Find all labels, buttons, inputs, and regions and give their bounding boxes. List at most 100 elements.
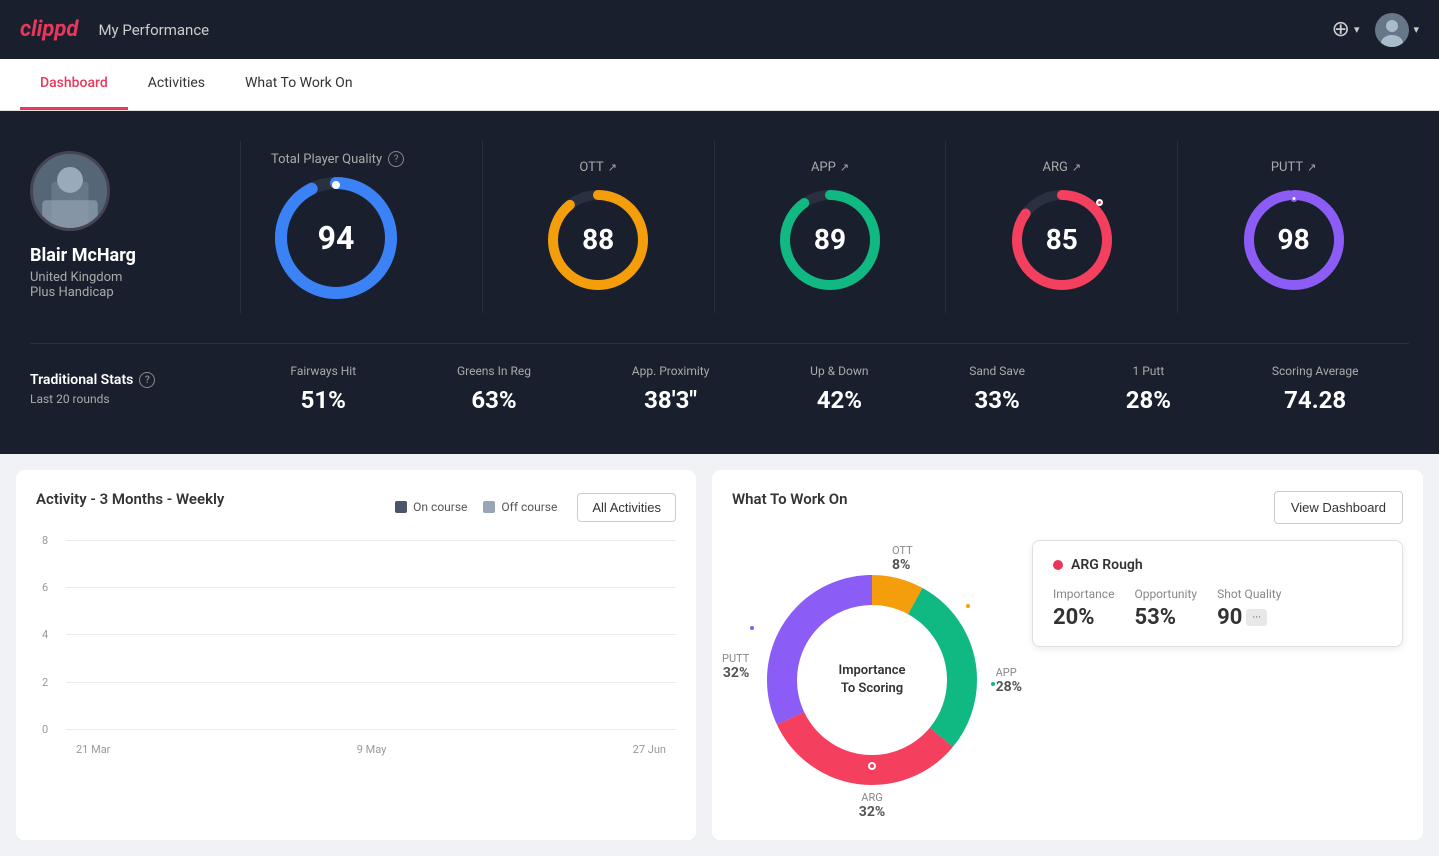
- y-label-0: 0: [42, 723, 48, 736]
- player-info: Blair McHarg United Kingdom Plus Handica…: [30, 141, 240, 300]
- app-label: APP ↗: [811, 160, 849, 175]
- chart-legend: On course Off course: [395, 500, 557, 514]
- ott-app-dot: [964, 602, 972, 610]
- tab-dashboard[interactable]: Dashboard: [20, 59, 128, 110]
- stat-updown: Up & Down 42%: [810, 364, 868, 414]
- stats-subtitle: Last 20 rounds: [30, 392, 240, 406]
- player-name: Blair McHarg: [30, 245, 136, 266]
- legend-on-course-label: On course: [413, 500, 467, 514]
- stat-scoring: Scoring Average 74.28: [1272, 364, 1359, 414]
- arg-dot: [868, 762, 876, 770]
- wtwo-content: ImportanceTo Scoring OTT 8% APP 28% ARG …: [732, 540, 1403, 820]
- stats-help-icon[interactable]: ?: [139, 372, 155, 388]
- tpq-card: Total Player Quality ? 94: [240, 141, 482, 313]
- ott-card: OTT ↗ 88: [482, 141, 714, 313]
- detail-shotquality-label: Shot Quality: [1217, 587, 1281, 601]
- wtwo-panel-header: What To Work On View Dashboard: [732, 490, 1403, 524]
- activity-panel: Activity - 3 Months - Weekly On course O…: [16, 470, 696, 840]
- hero-top: Blair McHarg United Kingdom Plus Handica…: [30, 141, 1409, 313]
- stat-proximity-label: App. Proximity: [632, 364, 710, 378]
- app-dot: [989, 680, 997, 688]
- arg-label: ARG ↗: [1043, 160, 1082, 175]
- detail-section: ARG Rough Importance 20% Opportunity 53%: [1032, 540, 1403, 647]
- ott-ring: 88: [543, 185, 653, 295]
- stat-proximity: App. Proximity 38'3": [632, 364, 710, 414]
- header: clippd My Performance ⊕ ▾ ▾: [0, 0, 1439, 59]
- detail-importance-label: Importance: [1053, 587, 1114, 601]
- legend-on-course: On course: [395, 500, 467, 514]
- detail-dot: [1053, 560, 1063, 570]
- detail-importance: Importance 20%: [1053, 587, 1114, 630]
- player-handicap: Plus Handicap: [30, 285, 114, 300]
- app-card: APP ↗ 89: [714, 141, 946, 313]
- legend-on-course-dot: [395, 501, 407, 513]
- avatar-image: [1375, 13, 1409, 47]
- header-left: clippd My Performance: [20, 17, 209, 42]
- putt-ring: 98: [1239, 185, 1349, 295]
- add-button[interactable]: ⊕ ▾: [1332, 17, 1360, 42]
- detail-opportunity-label: Opportunity: [1134, 587, 1197, 601]
- legend-off-course-dot: [483, 501, 495, 513]
- user-chevron: ▾: [1413, 23, 1419, 36]
- arg-card: ARG ↗ 85: [945, 141, 1177, 313]
- stat-sandsave-label: Sand Save: [969, 364, 1025, 378]
- stat-scoring-value: 74.28: [1272, 386, 1359, 414]
- stats-items: Fairways Hit 51% Greens In Reg 63% App. …: [240, 364, 1409, 414]
- stat-updown-value: 42%: [810, 386, 868, 414]
- user-menu-button[interactable]: ▾: [1375, 13, 1419, 47]
- x-axis-labels: 21 Mar 9 May 27 Jun: [66, 743, 676, 756]
- tpq-value: 94: [318, 219, 355, 257]
- putt-value: 98: [1278, 223, 1310, 256]
- x-label-mar: 21 Mar: [76, 743, 110, 756]
- stat-sandsave: Sand Save 33%: [969, 364, 1025, 414]
- donut-chart-container: ImportanceTo Scoring OTT 8% APP 28% ARG …: [732, 540, 1012, 820]
- header-right: ⊕ ▾ ▾: [1332, 13, 1420, 47]
- stat-scoring-label: Scoring Average: [1272, 364, 1359, 378]
- tab-activities[interactable]: Activities: [128, 59, 225, 110]
- detail-shotquality-value: 90: [1217, 605, 1242, 630]
- header-title: My Performance: [98, 21, 209, 39]
- donut-center-text: ImportanceTo Scoring: [838, 662, 905, 698]
- add-chevron: ▾: [1354, 23, 1360, 36]
- stats-title: Traditional Stats ?: [30, 372, 240, 388]
- y-label-4: 4: [42, 628, 48, 641]
- stat-greens: Greens In Reg 63%: [457, 364, 531, 414]
- stat-oneputt-value: 28%: [1126, 386, 1171, 414]
- what-to-work-on-panel: What To Work On View Dashboard: [712, 470, 1423, 840]
- tab-what-to-work-on[interactable]: What To Work On: [225, 59, 373, 110]
- view-dashboard-button[interactable]: View Dashboard: [1274, 491, 1403, 524]
- y-label-2: 2: [42, 676, 48, 689]
- bottom-panels: Activity - 3 Months - Weekly On course O…: [0, 454, 1439, 856]
- hero-section: Blair McHarg United Kingdom Plus Handica…: [0, 111, 1439, 454]
- stat-greens-label: Greens In Reg: [457, 364, 531, 378]
- app-value: 89: [814, 223, 846, 256]
- ott-segment-label: OTT 8%: [892, 544, 913, 573]
- all-activities-button[interactable]: All Activities: [577, 493, 676, 522]
- tpq-ring: 94: [271, 173, 401, 303]
- putt-segment-label: PUTT 32%: [722, 652, 749, 681]
- detail-metrics: Importance 20% Opportunity 53% Shot Qual…: [1053, 587, 1382, 630]
- ott-label: OTT ↗: [579, 160, 617, 175]
- detail-shotquality: Shot Quality 90 ···: [1217, 587, 1281, 630]
- tpq-label: Total Player Quality ?: [271, 151, 404, 167]
- app-ring: 89: [775, 185, 885, 295]
- stat-fairways: Fairways Hit 51%: [290, 364, 356, 414]
- add-icon: ⊕: [1332, 17, 1350, 42]
- stat-fairways-value: 51%: [290, 386, 356, 414]
- arg-ring: 85: [1007, 185, 1117, 295]
- x-label-jun: 27 Jun: [633, 743, 666, 756]
- putt-label: PUTT ↗: [1271, 160, 1316, 175]
- legend-off-course-label: Off course: [501, 500, 557, 514]
- stat-oneputt-label: 1 Putt: [1126, 364, 1171, 378]
- detail-card-wrapper: ARG Rough Importance 20% Opportunity 53%: [1032, 540, 1403, 647]
- detail-importance-value: 20%: [1053, 605, 1114, 630]
- avatar: [1375, 13, 1409, 47]
- activity-chart-title: Activity - 3 Months - Weekly: [36, 490, 224, 508]
- stat-updown-label: Up & Down: [810, 364, 868, 378]
- logo: clippd: [20, 17, 78, 42]
- stat-fairways-label: Fairways Hit: [290, 364, 356, 378]
- tpq-help-icon[interactable]: ?: [388, 151, 404, 167]
- ott-value: 88: [582, 223, 614, 256]
- arg-value: 85: [1046, 223, 1078, 256]
- putt-dot: [748, 624, 756, 632]
